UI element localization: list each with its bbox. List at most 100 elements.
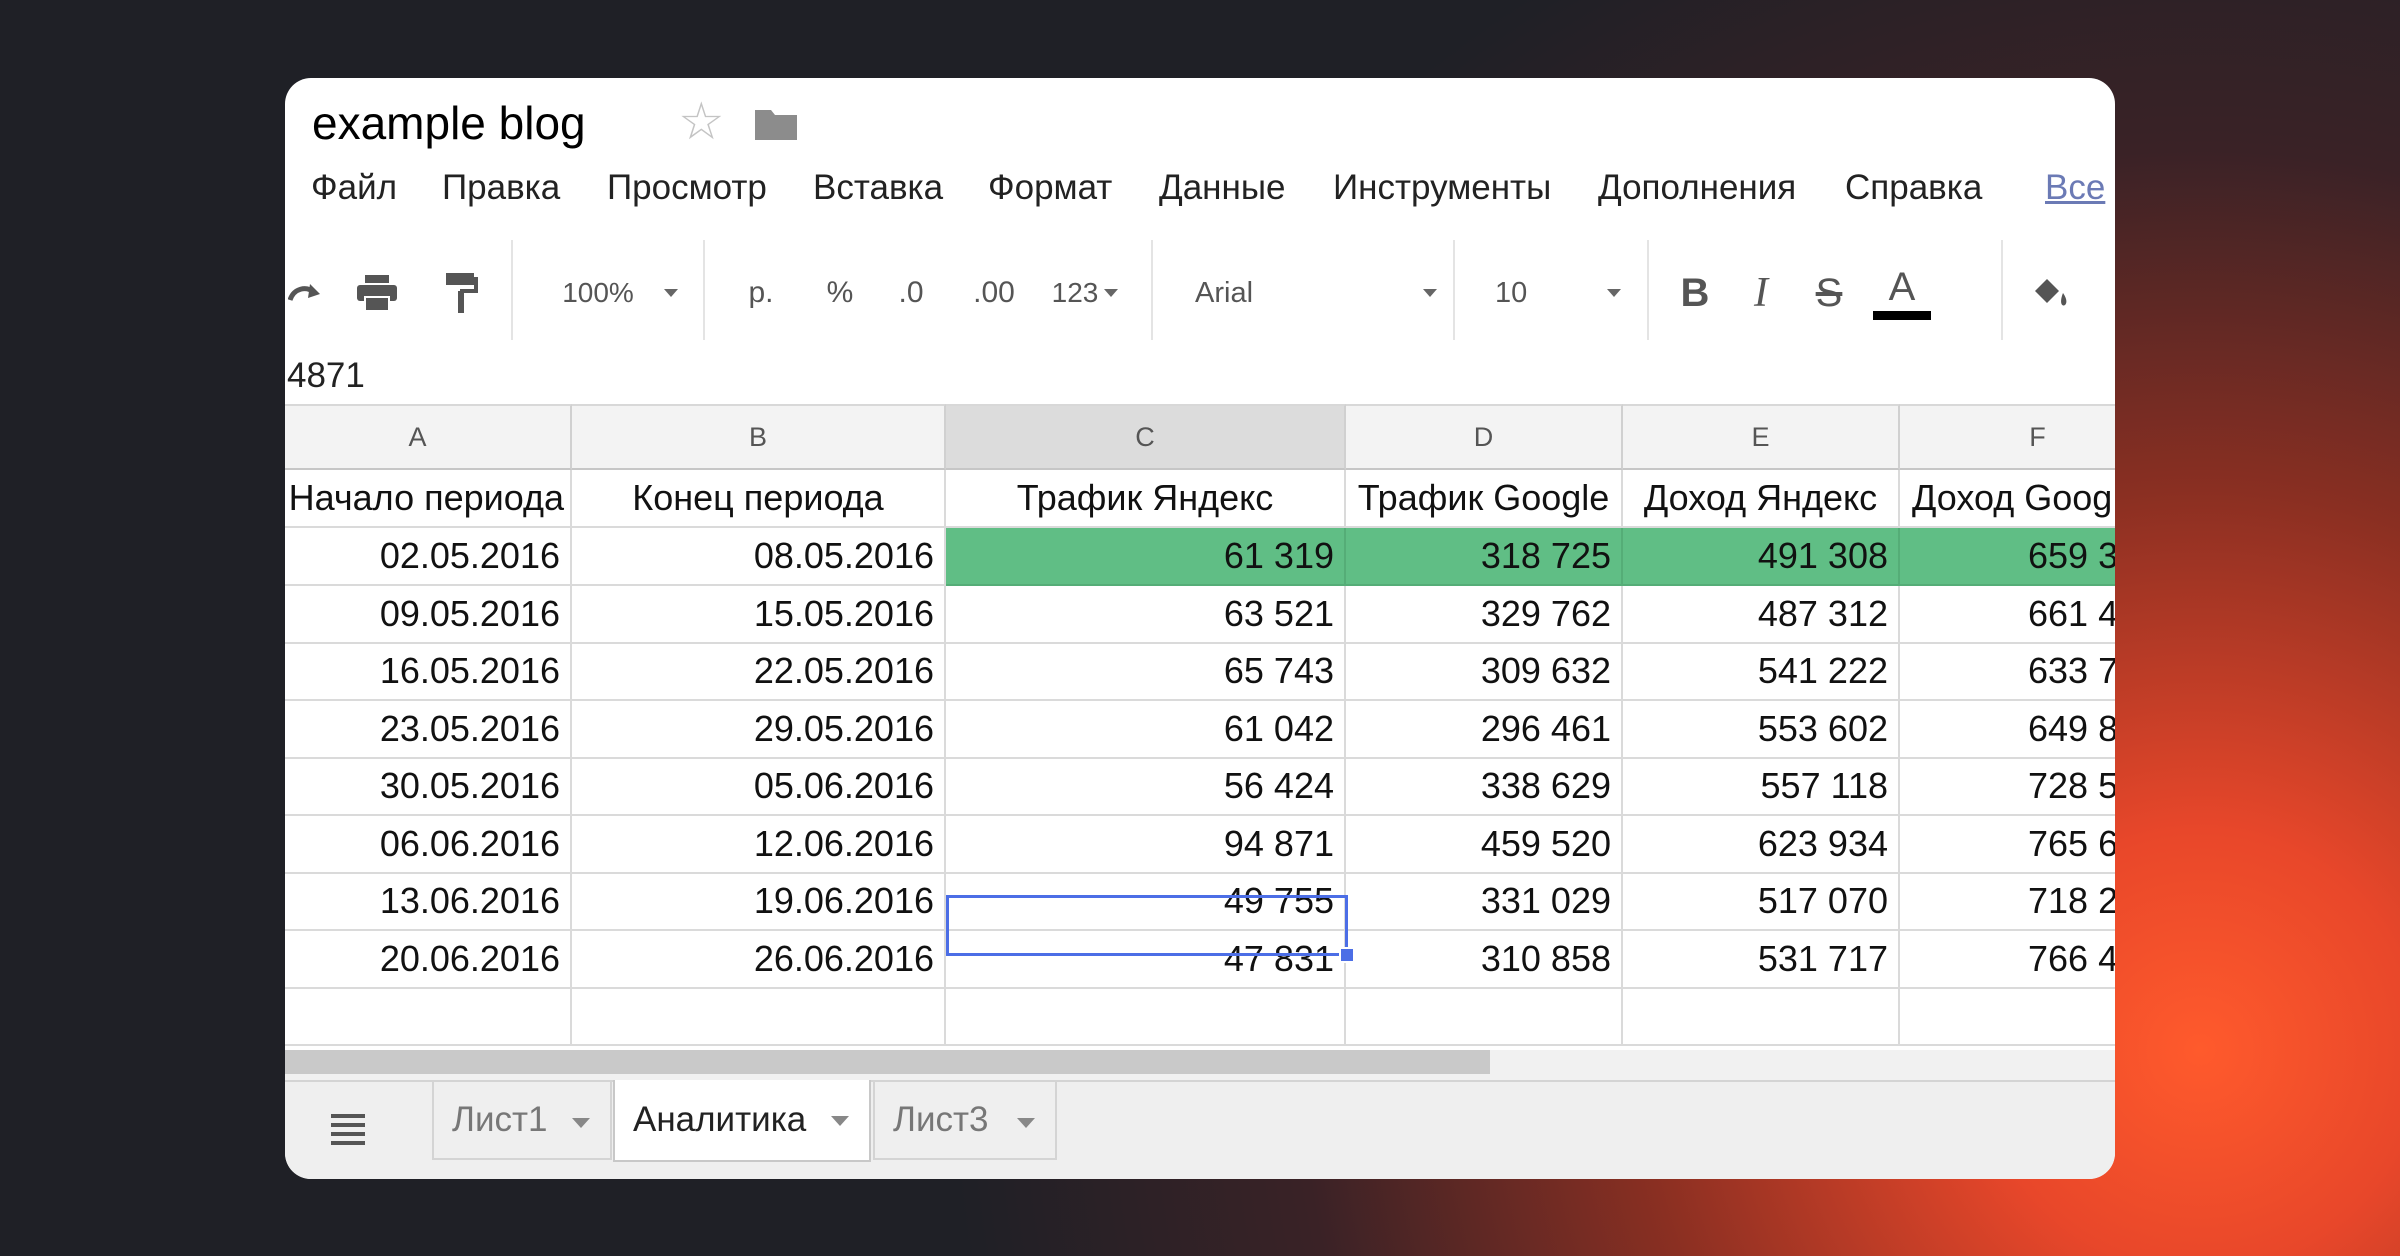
empty-cell[interactable] bbox=[572, 988, 946, 1046]
zoom-select[interactable]: 100% bbox=[525, 238, 715, 348]
paint-format-icon[interactable] bbox=[430, 238, 494, 348]
header-cell-b[interactable]: Конец периода bbox=[572, 470, 946, 528]
empty-cell[interactable] bbox=[285, 988, 572, 1046]
table-cell[interactable]: 659 3 bbox=[1900, 528, 2115, 586]
menu-data[interactable]: Данные bbox=[1159, 168, 1285, 208]
strikethrough-button[interactable]: S bbox=[1797, 238, 1861, 348]
table-cell[interactable]: 329 762 bbox=[1346, 586, 1623, 644]
table-cell[interactable]: 09.05.2016 bbox=[285, 586, 572, 644]
star-icon[interactable]: ☆ bbox=[678, 96, 725, 148]
table-cell[interactable]: 338 629 bbox=[1346, 758, 1623, 816]
table-cell[interactable]: 310 858 bbox=[1346, 931, 1623, 989]
chevron-down-icon[interactable] bbox=[831, 1116, 849, 1126]
formula-bar[interactable]: 4871 bbox=[285, 348, 2115, 408]
table-cell[interactable]: 531 717 bbox=[1623, 931, 1900, 989]
header-cell-c[interactable]: Трафик Яндекс bbox=[946, 470, 1346, 528]
column-header-a[interactable]: A bbox=[285, 404, 572, 470]
table-cell[interactable]: 553 602 bbox=[1623, 701, 1900, 759]
font-family-select[interactable]: Arial bbox=[1165, 238, 1465, 348]
table-cell[interactable]: 633 7 bbox=[1900, 643, 2115, 701]
table-cell[interactable]: 15.05.2016 bbox=[572, 586, 946, 644]
chevron-down-icon[interactable] bbox=[1017, 1118, 1035, 1128]
horizontal-scrollbar-thumb[interactable] bbox=[285, 1050, 1490, 1074]
table-cell[interactable]: 649 8 bbox=[1900, 701, 2115, 759]
table-cell[interactable]: 65 743 bbox=[946, 643, 1346, 701]
italic-button[interactable]: I bbox=[1729, 238, 1793, 348]
table-cell[interactable]: 20.06.2016 bbox=[285, 931, 572, 989]
table-cell[interactable]: 459 520 bbox=[1346, 816, 1623, 874]
empty-cell[interactable] bbox=[1346, 988, 1623, 1046]
menu-insert[interactable]: Вставка bbox=[813, 168, 943, 208]
table-cell[interactable]: 05.06.2016 bbox=[572, 758, 946, 816]
table-cell[interactable]: 30.05.2016 bbox=[285, 758, 572, 816]
percent-format-button[interactable]: % bbox=[805, 238, 875, 348]
header-cell-e[interactable]: Доход Яндекс bbox=[1623, 470, 1900, 528]
redo-icon[interactable] bbox=[285, 238, 325, 348]
empty-cell[interactable] bbox=[1900, 988, 2115, 1046]
table-cell[interactable]: 16.05.2016 bbox=[285, 643, 572, 701]
menu-edit[interactable]: Правка bbox=[442, 168, 560, 208]
menu-file[interactable]: Файл bbox=[311, 168, 397, 208]
chevron-down-icon[interactable] bbox=[572, 1118, 590, 1128]
menu-help[interactable]: Справка bbox=[1845, 168, 1982, 208]
table-cell[interactable]: 06.06.2016 bbox=[285, 816, 572, 874]
table-cell[interactable]: 331 029 bbox=[1346, 873, 1623, 931]
table-cell[interactable]: 22.05.2016 bbox=[572, 643, 946, 701]
column-header-c[interactable]: C bbox=[946, 404, 1346, 470]
table-cell[interactable]: 23.05.2016 bbox=[285, 701, 572, 759]
table-cell[interactable]: 19.06.2016 bbox=[572, 873, 946, 931]
table-cell[interactable]: 47 831 bbox=[946, 931, 1346, 989]
table-cell[interactable]: 623 934 bbox=[1623, 816, 1900, 874]
table-cell[interactable]: 765 6 bbox=[1900, 816, 2115, 874]
table-cell[interactable]: 487 312 bbox=[1623, 586, 1900, 644]
formula-value[interactable]: 4871 bbox=[287, 356, 365, 396]
table-cell[interactable]: 56 424 bbox=[946, 758, 1346, 816]
column-header-f[interactable]: F bbox=[1900, 404, 2115, 470]
table-cell[interactable]: 541 222 bbox=[1623, 643, 1900, 701]
fill-color-icon[interactable] bbox=[2015, 238, 2085, 348]
sheet-tab-analytics[interactable]: Аналитика bbox=[613, 1080, 871, 1162]
table-cell[interactable]: 309 632 bbox=[1346, 643, 1623, 701]
table-cell[interactable]: 61 042 bbox=[946, 701, 1346, 759]
sheet-tab-list3[interactable]: Лист3 bbox=[873, 1082, 1057, 1160]
column-header-b[interactable]: B bbox=[572, 404, 946, 470]
table-cell[interactable]: 94 871 bbox=[946, 816, 1346, 874]
table-cell[interactable]: 63 521 bbox=[946, 586, 1346, 644]
table-cell[interactable]: 718 2 bbox=[1900, 873, 2115, 931]
table-cell[interactable]: 557 118 bbox=[1623, 758, 1900, 816]
all-sheets-menu-icon[interactable] bbox=[331, 1114, 365, 1146]
font-size-select[interactable]: 10 bbox=[1465, 238, 1655, 348]
table-cell[interactable]: 02.05.2016 bbox=[285, 528, 572, 586]
table-cell[interactable]: 661 4 bbox=[1900, 586, 2115, 644]
column-header-e[interactable]: E bbox=[1623, 404, 1900, 470]
table-cell[interactable]: 766 4 bbox=[1900, 931, 2115, 989]
table-cell[interactable]: 13.06.2016 bbox=[285, 873, 572, 931]
menu-format[interactable]: Формат bbox=[988, 168, 1112, 208]
header-cell-a[interactable]: Начало периода bbox=[285, 470, 572, 528]
table-cell[interactable]: 26.06.2016 bbox=[572, 931, 946, 989]
table-cell[interactable]: 517 070 bbox=[1623, 873, 1900, 931]
table-cell[interactable]: 49 755 bbox=[946, 873, 1346, 931]
fill-handle[interactable] bbox=[1339, 947, 1355, 963]
column-header-d[interactable]: D bbox=[1346, 404, 1623, 470]
more-formats-select[interactable]: 123 bbox=[1040, 238, 1130, 348]
table-cell[interactable]: 08.05.2016 bbox=[572, 528, 946, 586]
menu-tools[interactable]: Инструменты bbox=[1333, 168, 1551, 208]
header-cell-f[interactable]: Доход Goog bbox=[1900, 470, 2115, 528]
document-title[interactable]: example blog bbox=[312, 96, 586, 150]
currency-format-button[interactable]: р. bbox=[721, 238, 801, 348]
empty-cell[interactable] bbox=[1623, 988, 1900, 1046]
increase-decimals-button[interactable]: .00 bbox=[961, 238, 1027, 348]
bold-button[interactable]: B bbox=[1663, 238, 1727, 348]
table-cell[interactable]: 491 308 bbox=[1623, 528, 1900, 586]
table-cell[interactable]: 29.05.2016 bbox=[572, 701, 946, 759]
decrease-decimals-button[interactable]: .0 bbox=[881, 238, 941, 348]
print-icon[interactable] bbox=[345, 238, 409, 348]
sheet-tab-list1[interactable]: Лист1 bbox=[432, 1082, 612, 1160]
text-color-button[interactable]: A bbox=[1863, 238, 1941, 348]
menu-all-changes-link[interactable]: Все bbox=[2045, 168, 2105, 208]
table-cell[interactable]: 296 461 bbox=[1346, 701, 1623, 759]
table-cell[interactable]: 12.06.2016 bbox=[572, 816, 946, 874]
folder-icon[interactable] bbox=[753, 104, 799, 142]
table-cell[interactable]: 318 725 bbox=[1346, 528, 1623, 586]
